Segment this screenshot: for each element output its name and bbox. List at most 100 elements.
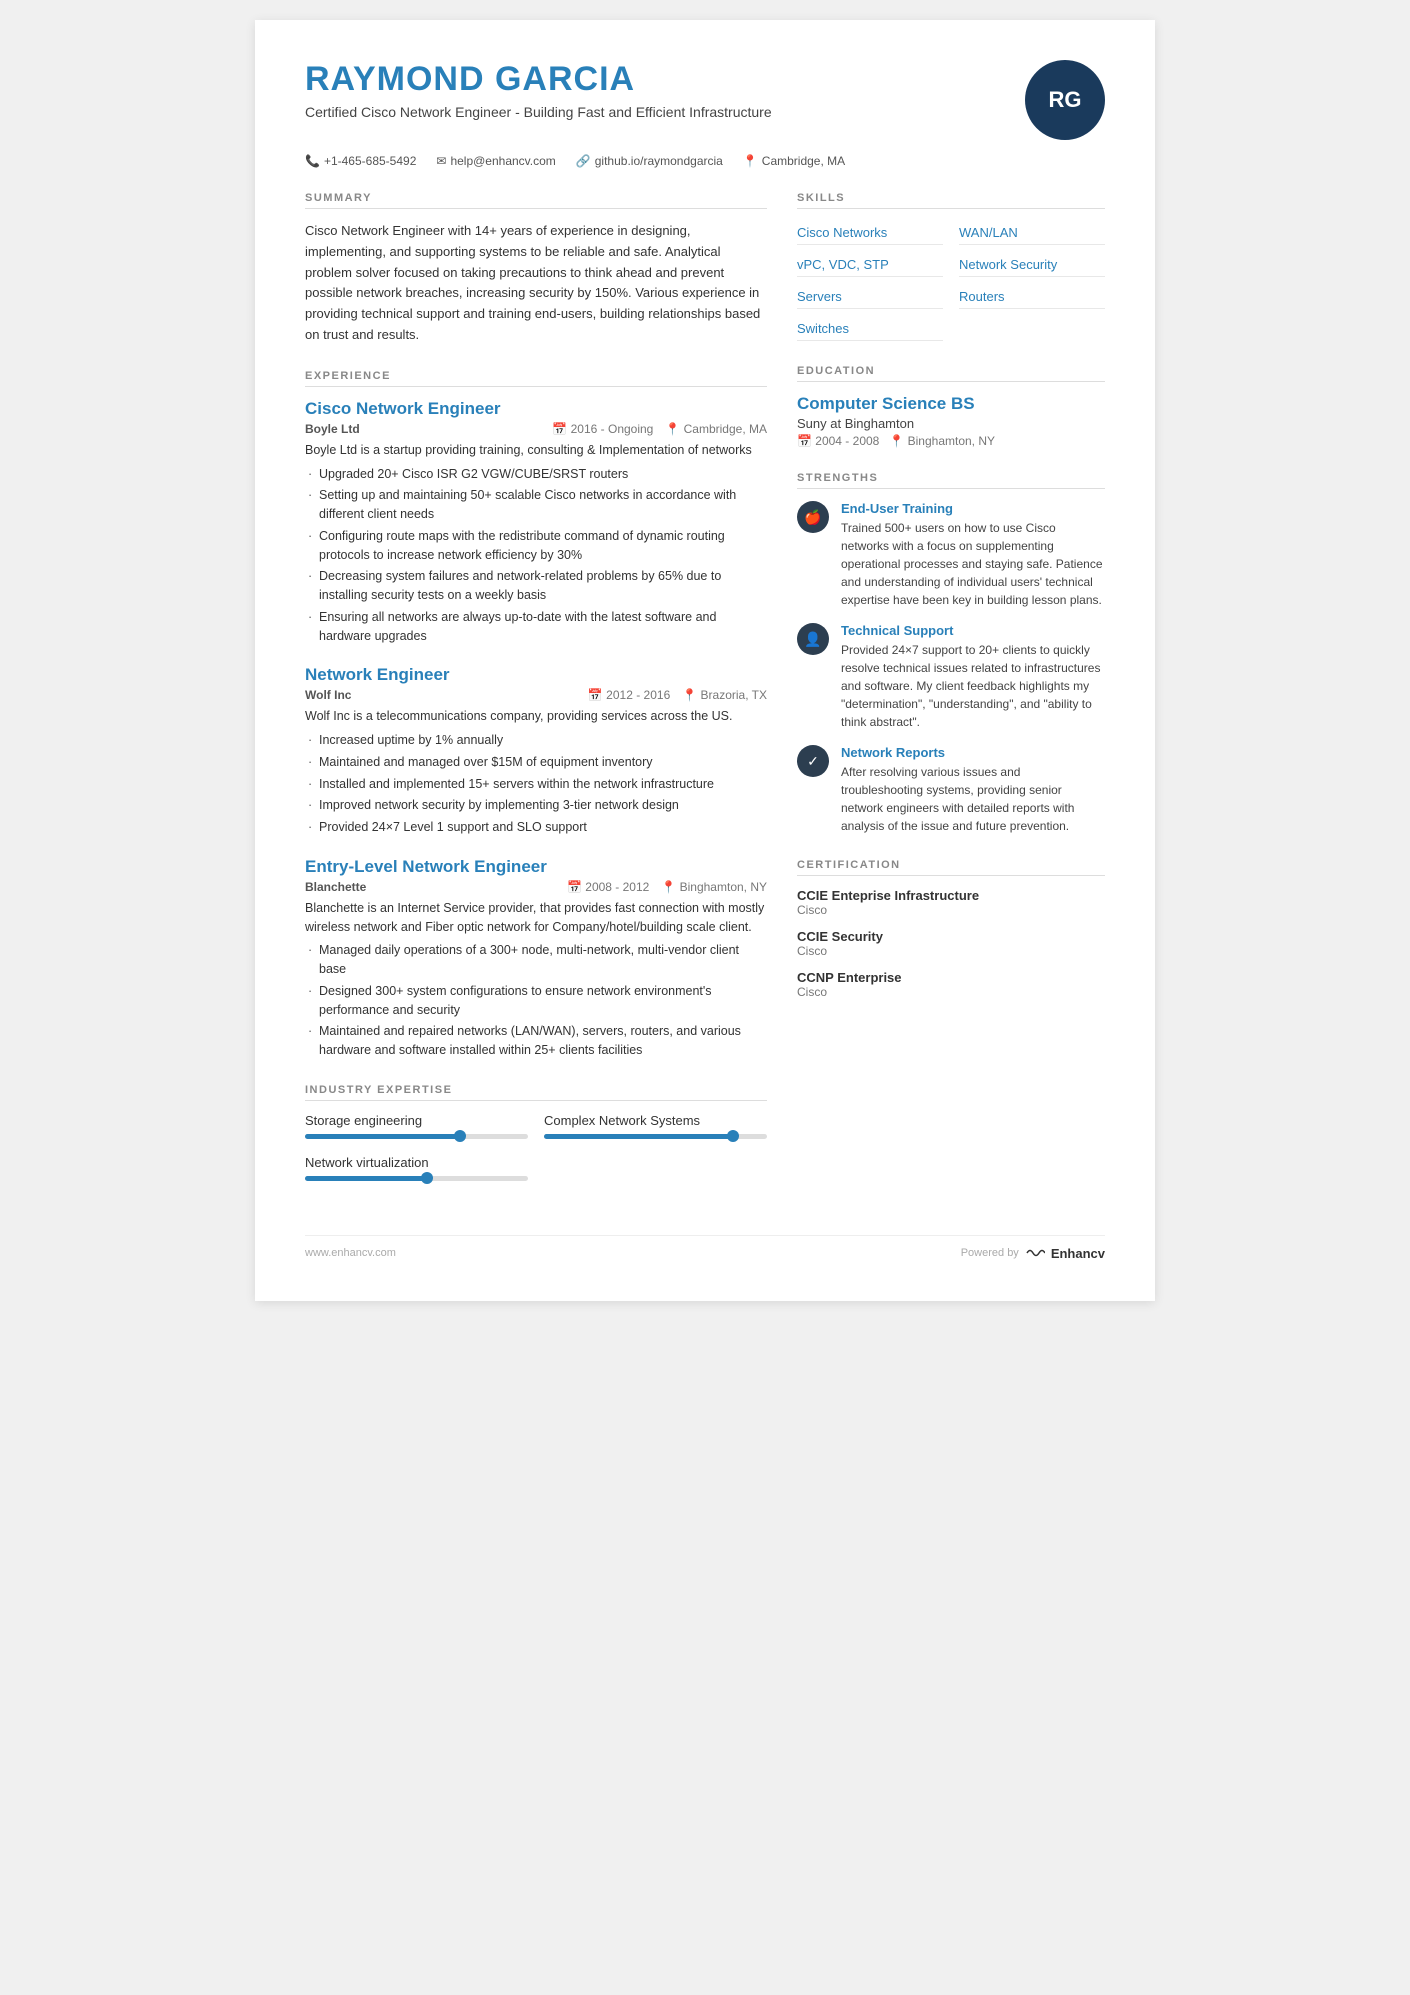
strength-2-title: Technical Support (841, 623, 1105, 638)
strengths-section: STRENGTHS 🍎 End-User Training Trained 50… (797, 472, 1105, 835)
skills-grid: Cisco Networks WAN/LAN vPC, VDC, STP Net… (797, 221, 1105, 341)
education-section: EDUCATION Computer Science BS Suny at Bi… (797, 365, 1105, 448)
strength-2: 👤 Technical Support Provided 24×7 suppor… (797, 623, 1105, 731)
progress-fill-1 (305, 1134, 461, 1139)
expertise-item-1: Storage engineering (305, 1113, 528, 1139)
job-3-period: 📅 2008 - 2012 (567, 880, 649, 894)
experience-title: EXPERIENCE (305, 370, 767, 387)
github-icon: 🔗 (576, 154, 591, 168)
strength-3-content: Network Reports After resolving various … (841, 745, 1105, 835)
cert-2: CCIE Security Cisco (797, 929, 1105, 958)
job-2-period: 📅 2012 - 2016 (588, 688, 670, 702)
strengths-title: STRENGTHS (797, 472, 1105, 489)
job-1-company: Boyle Ltd (305, 422, 360, 436)
expertise-item-2: Complex Network Systems (544, 1113, 767, 1139)
candidate-name: RAYMOND GARCIA (305, 60, 1005, 99)
job-1-period: 📅 2016 - Ongoing (552, 422, 653, 436)
progress-bar-1 (305, 1134, 528, 1139)
strength-3-icon: ✓ (797, 745, 829, 777)
expertise-label-2: Complex Network Systems (544, 1113, 767, 1128)
education-title: EDUCATION (797, 365, 1105, 382)
job-2-title: Network Engineer (305, 665, 767, 685)
edu-degree: Computer Science BS (797, 394, 1105, 414)
job-1-description: Boyle Ltd is a startup providing trainin… (305, 441, 767, 460)
job-2-meta: Wolf Inc 📅 2012 - 2016 📍 Brazoria, TX (305, 688, 767, 702)
footer: www.enhancv.com Powered by Enhancv (305, 1235, 1105, 1261)
job-3-location: 📍 Binghamton, NY (661, 880, 767, 894)
cert-3-org: Cisco (797, 985, 1105, 999)
summary-text: Cisco Network Engineer with 14+ years of… (305, 221, 767, 346)
job-3-bullet-2: Designed 300+ system configurations to e… (305, 982, 767, 1020)
job-3-description: Blanchette is an Internet Service provid… (305, 899, 767, 937)
strength-2-text: Provided 24×7 support to 20+ clients to … (841, 641, 1105, 731)
email-icon: ✉ (436, 154, 446, 168)
edu-location: 📍 Binghamton, NY (889, 434, 995, 448)
strength-1-text: Trained 500+ users on how to use Cisco n… (841, 519, 1105, 609)
job-1-bullets: Upgraded 20+ Cisco ISR G2 VGW/CUBE/SRST … (305, 465, 767, 646)
skill-network-security: Network Security (959, 253, 1105, 277)
progress-bar-2 (544, 1134, 767, 1139)
expertise-label-1: Storage engineering (305, 1113, 528, 1128)
experience-section: EXPERIENCE Cisco Network Engineer Boyle … (305, 370, 767, 1060)
industry-expertise-section: INDUSTRY EXPERTISE Storage engineering C… (305, 1084, 767, 1181)
job-3: Entry-Level Network Engineer Blanchette … (305, 857, 767, 1060)
job-2-bullet-5: Provided 24×7 Level 1 support and SLO su… (305, 818, 767, 837)
footer-website: www.enhancv.com (305, 1247, 396, 1259)
job-1-bullet-3: Configuring route maps with the redistri… (305, 527, 767, 565)
email: ✉ help@enhancv.com (436, 154, 555, 168)
job-2-description: Wolf Inc is a telecommunications company… (305, 707, 767, 726)
cert-2-org: Cisco (797, 944, 1105, 958)
strength-1: 🍎 End-User Training Trained 500+ users o… (797, 501, 1105, 609)
job-3-title: Entry-Level Network Engineer (305, 857, 767, 877)
contact-bar: 📞 +1-465-685-5492 ✉ help@enhancv.com 🔗 g… (305, 154, 1105, 168)
job-2-bullet-3: Installed and implemented 15+ servers wi… (305, 775, 767, 794)
github: 🔗 github.io/raymondgarcia (576, 154, 723, 168)
job-1-bullet-1: Upgraded 20+ Cisco ISR G2 VGW/CUBE/SRST … (305, 465, 767, 484)
phone: 📞 +1-465-685-5492 (305, 154, 416, 168)
certification-section: CERTIFICATION CCIE Enteprise Infrastruct… (797, 859, 1105, 999)
cert-1-name: CCIE Enteprise Infrastructure (797, 888, 1105, 903)
footer-powered-by: Powered by (961, 1247, 1019, 1259)
job-1-bullet-5: Ensuring all networks are always up-to-d… (305, 608, 767, 646)
job-1-location: 📍 Cambridge, MA (665, 422, 767, 436)
cert-1-org: Cisco (797, 903, 1105, 917)
job-2-bullet-1: Increased uptime by 1% annually (305, 731, 767, 750)
job-3-bullet-3: Maintained and repaired networks (LAN/WA… (305, 1022, 767, 1060)
strength-2-content: Technical Support Provided 24×7 support … (841, 623, 1105, 731)
avatar: RG (1025, 60, 1105, 140)
location-icon: 📍 (743, 154, 758, 168)
strength-1-content: End-User Training Trained 500+ users on … (841, 501, 1105, 609)
resume-page: RAYMOND GARCIA Certified Cisco Network E… (255, 20, 1155, 1301)
edu-school: Suny at Binghamton (797, 416, 1105, 431)
tagline: Certified Cisco Network Engineer - Build… (305, 103, 785, 123)
enhancv-brand: Enhancv (1051, 1246, 1105, 1261)
job-1-bullet-4: Decreasing system failures and network-r… (305, 567, 767, 605)
strength-3-title: Network Reports (841, 745, 1105, 760)
strength-1-icon: 🍎 (797, 501, 829, 533)
job-2-location: 📍 Brazoria, TX (682, 688, 767, 702)
skill-wan-lan: WAN/LAN (959, 221, 1105, 245)
edu-period: 📅 2004 - 2008 (797, 434, 879, 448)
cert-3: CCNP Enterprise Cisco (797, 970, 1105, 999)
job-3-company: Blanchette (305, 880, 366, 894)
content: SUMMARY Cisco Network Engineer with 14+ … (305, 192, 1105, 1205)
job-2: Network Engineer Wolf Inc 📅 2012 - 2016 … (305, 665, 767, 837)
header-left: RAYMOND GARCIA Certified Cisco Network E… (305, 60, 1005, 123)
right-column: SKILLS Cisco Networks WAN/LAN vPC, VDC, … (797, 192, 1105, 1205)
skills-section: SKILLS Cisco Networks WAN/LAN vPC, VDC, … (797, 192, 1105, 341)
skill-servers: Servers (797, 285, 943, 309)
certification-title: CERTIFICATION (797, 859, 1105, 876)
location: 📍 Cambridge, MA (743, 154, 845, 168)
skill-cisco-networks: Cisco Networks (797, 221, 943, 245)
job-3-bullet-1: Managed daily operations of a 300+ node,… (305, 941, 767, 979)
industry-expertise-title: INDUSTRY EXPERTISE (305, 1084, 767, 1101)
expertise-item-3: Network virtualization (305, 1155, 528, 1181)
header: RAYMOND GARCIA Certified Cisco Network E… (305, 60, 1105, 140)
skill-routers: Routers (959, 285, 1105, 309)
expertise-label-3: Network virtualization (305, 1155, 528, 1170)
job-2-bullet-2: Maintained and managed over $15M of equi… (305, 753, 767, 772)
progress-fill-2 (544, 1134, 734, 1139)
strength-2-icon: 👤 (797, 623, 829, 655)
job-2-bullets: Increased uptime by 1% annually Maintain… (305, 731, 767, 837)
summary-section: SUMMARY Cisco Network Engineer with 14+ … (305, 192, 767, 346)
